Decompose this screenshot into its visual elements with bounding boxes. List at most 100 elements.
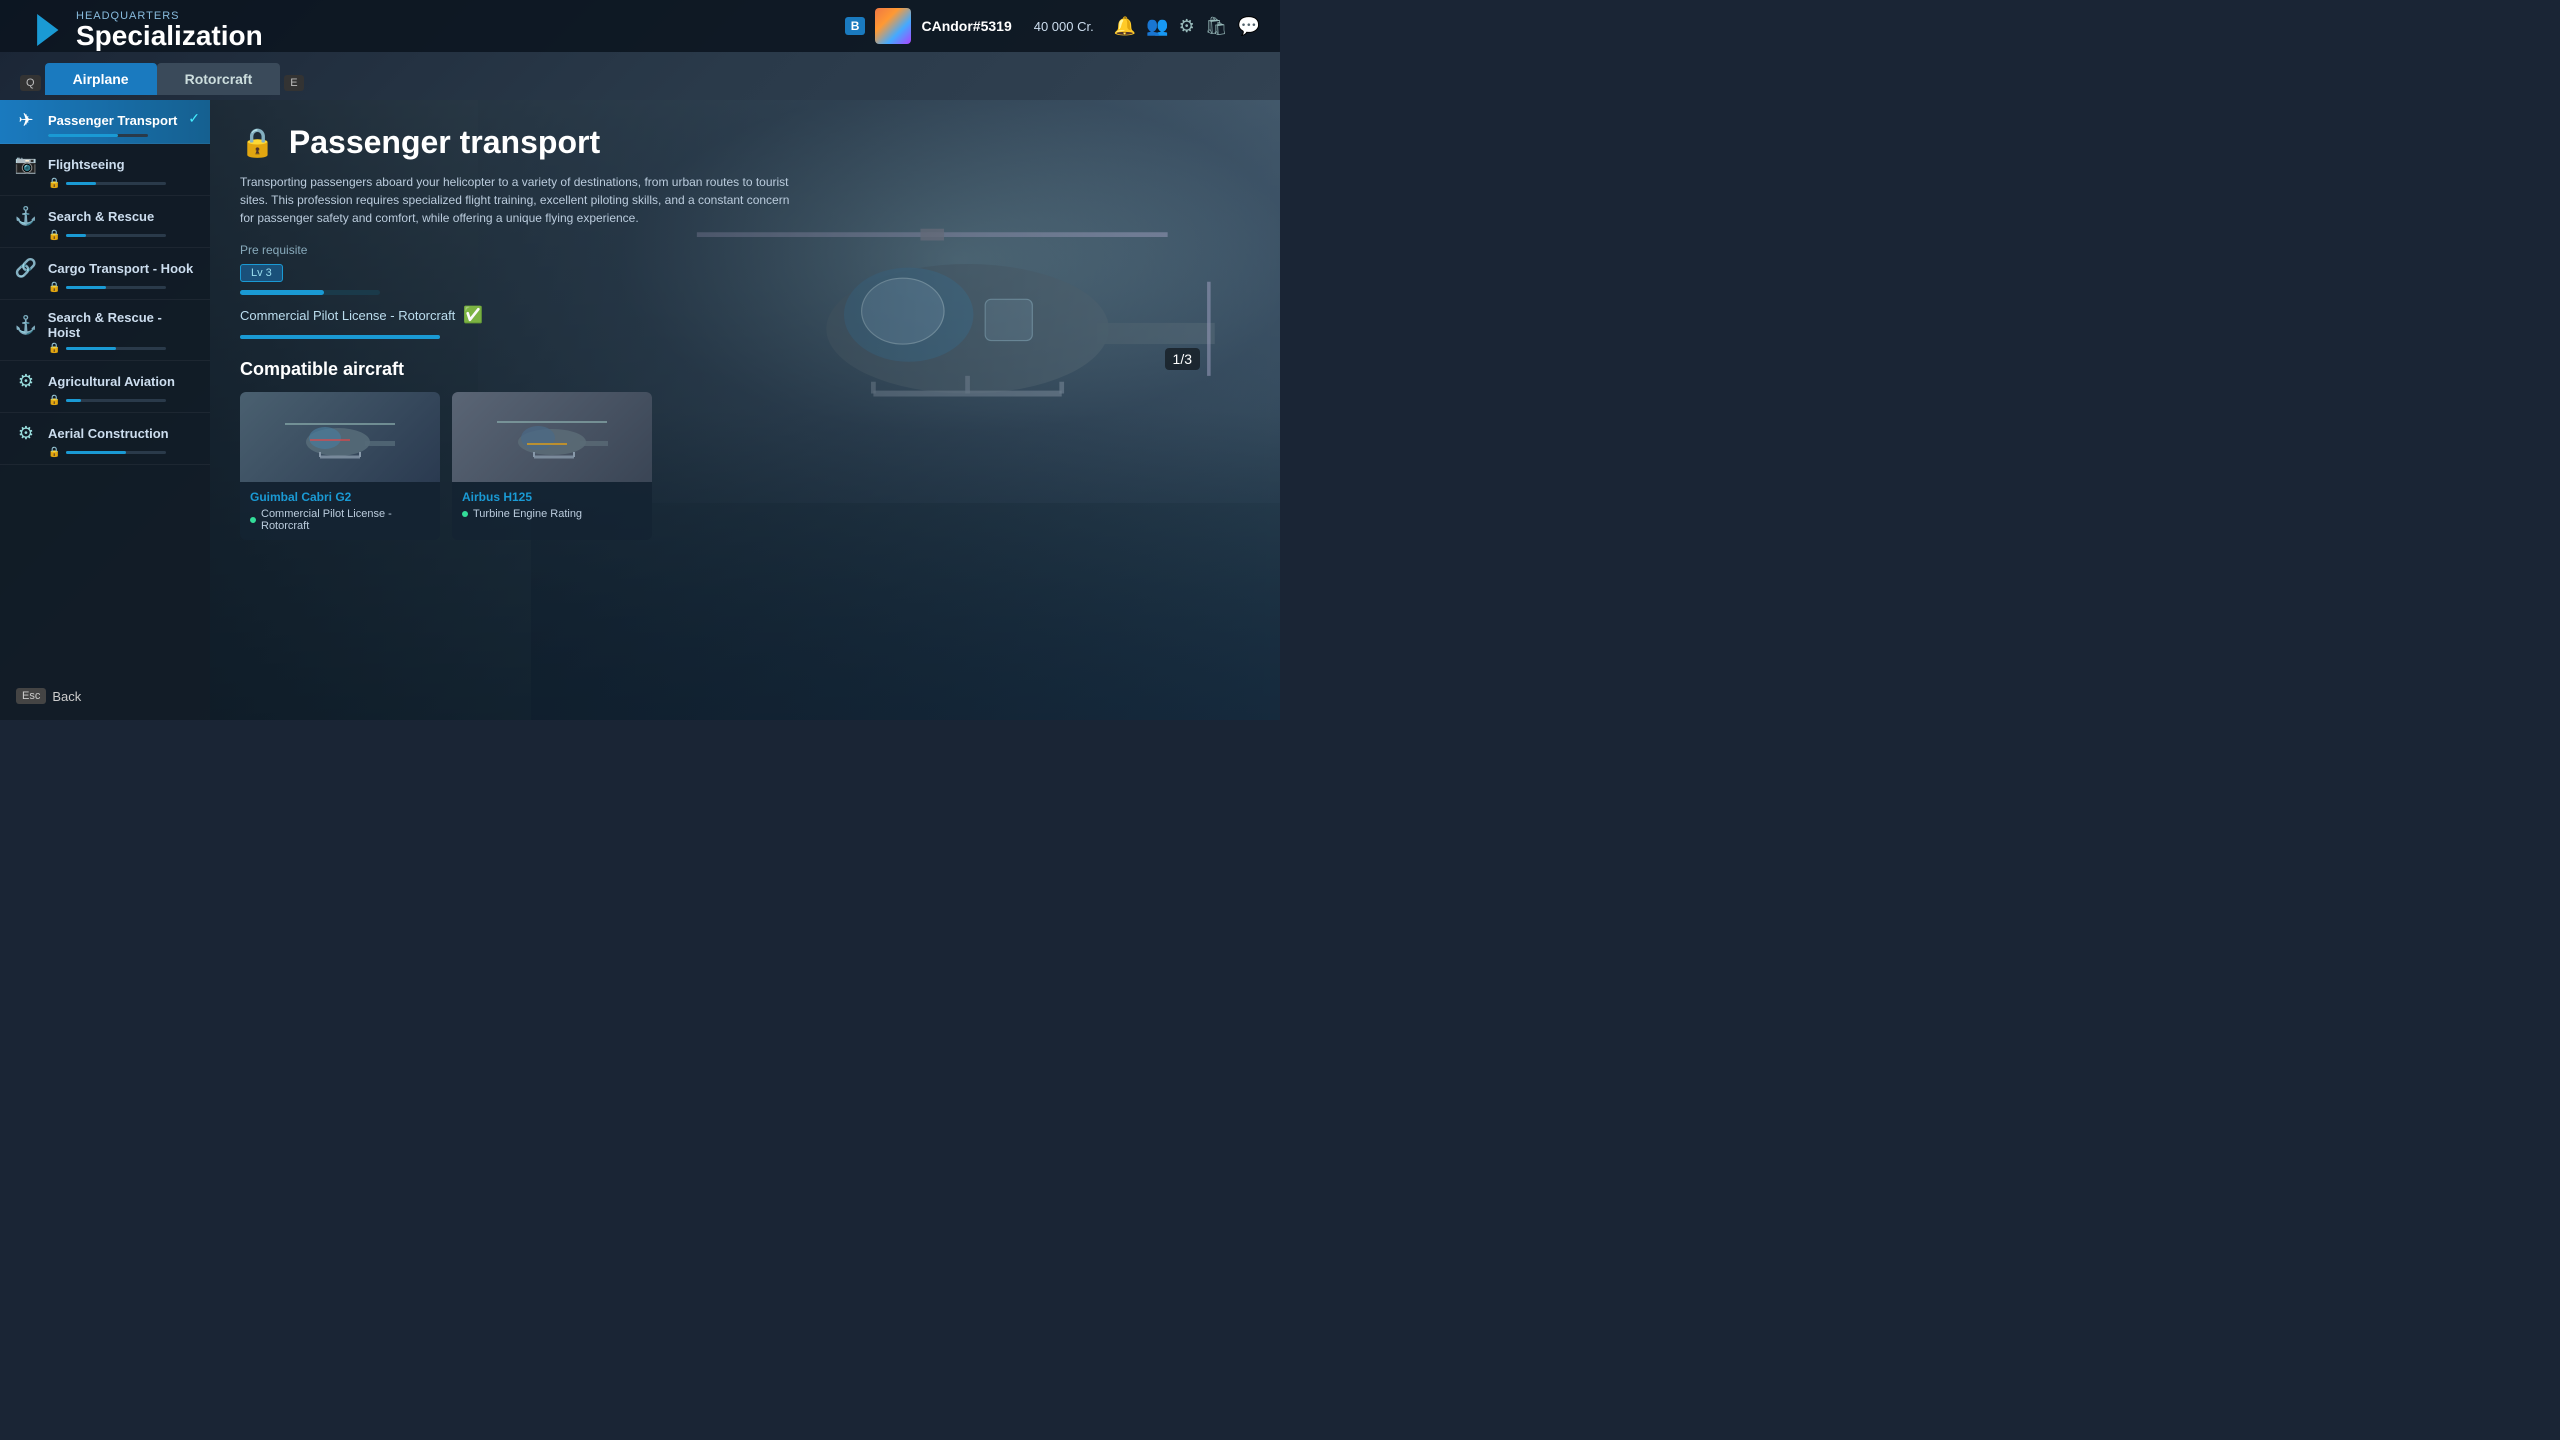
aircraft-h125-img (452, 392, 652, 482)
sidebar-item-aerial-construction[interactable]: ⚙ Aerial Construction 🔒 (0, 413, 210, 465)
lock-icon-1: 🔒 (48, 178, 60, 189)
sidebar-progress-fill-6 (66, 451, 126, 454)
aircraft-h125-svg (492, 402, 612, 472)
sidebar-label-agricultural: Agricultural Aviation (48, 374, 175, 389)
back-arrow-icon (30, 14, 62, 46)
sidebar-label-search-rescue: Search & Rescue (48, 209, 154, 224)
lock-icon-2: 🔒 (48, 230, 60, 241)
tab-airplane[interactable]: Airplane (45, 63, 157, 95)
chat-icon[interactable]: 💬 (1238, 16, 1260, 37)
prereq-bar-row (240, 290, 1250, 295)
esc-key: Esc (16, 688, 46, 704)
sidebar-progress-bg-5 (66, 399, 166, 402)
sidebar-item-agricultural-aviation[interactable]: ⚙ Agricultural Aviation 🔒 (0, 361, 210, 413)
aircraft-h125-req-text: Turbine Engine Rating (473, 508, 582, 520)
prereq-item-bar-bg (240, 335, 440, 339)
main-layout: ✈ Passenger Transport ✓ 📷 Flightseeing 🔒 (0, 100, 1280, 720)
compatible-section: Compatible aircraft (240, 359, 1250, 540)
prereq-bar-bg (240, 290, 380, 295)
prereq-item: Commercial Pilot License - Rotorcraft ✅ (240, 305, 1250, 325)
counter-badge: 1/3 (1165, 348, 1200, 370)
sidebar-progress-bg-4 (66, 347, 166, 350)
sidebar: ✈ Passenger Transport ✓ 📷 Flightseeing 🔒 (0, 100, 210, 720)
username: CAndor#5319 (921, 18, 1011, 34)
friends-icon[interactable]: 👥 (1146, 16, 1168, 37)
aircraft-g2-req-text: Commercial Pilot License - Rotorcraft (261, 508, 430, 532)
content-panel: 1/3 🔒 Passenger transport Transporting p… (210, 100, 1280, 720)
aircraft-h125-req: Turbine Engine Rating (462, 508, 642, 520)
sidebar-progress-bg-6 (66, 451, 166, 454)
aircraft-g2-body: Guimbal Cabri G2 Commercial Pilot Licens… (240, 482, 440, 540)
sidebar-progress-fill-3 (66, 286, 106, 289)
aircraft-h125-name: Airbus H125 (462, 490, 642, 504)
e-key: E (284, 75, 303, 91)
prereq-bar-fill (240, 290, 324, 295)
sidebar-label-hoist: Search & Rescue - Hoist (48, 310, 196, 340)
sidebar-label-flightseeing: Flightseeing (48, 157, 125, 172)
spec-description: Transporting passengers aboard your heli… (240, 173, 800, 227)
lock-icon-6: 🔒 (48, 447, 60, 458)
compatible-title: Compatible aircraft (240, 359, 1250, 380)
shop-icon[interactable]: 🛍 (1205, 16, 1228, 37)
aircraft-h125-body: Airbus H125 Turbine Engine Rating (452, 482, 652, 528)
sidebar-item-passenger-transport[interactable]: ✈ Passenger Transport ✓ (0, 100, 210, 144)
back-label: Back (52, 689, 81, 704)
prereq-item-label: Commercial Pilot License - Rotorcraft (240, 308, 455, 323)
sidebar-item-flightseeing[interactable]: 📷 Flightseeing 🔒 (0, 144, 210, 196)
spec-header: 🔒 Passenger transport (240, 124, 1250, 161)
dot-green-0 (250, 517, 256, 523)
sidebar-progress-fill-5 (66, 399, 81, 402)
aerial-construction-icon: ⚙ (14, 423, 38, 444)
prereq-level-badge: Lv 3 (240, 264, 283, 282)
flightseeing-icon: 📷 (14, 154, 38, 175)
lock-icon-3: 🔒 (48, 282, 60, 293)
aircraft-card-g2[interactable]: Guimbal Cabri G2 Commercial Pilot Licens… (240, 392, 440, 540)
tabs-row: Q Airplane Rotorcraft E (20, 63, 304, 95)
lock-icon-4: 🔒 (48, 343, 60, 354)
aircraft-g2-req: Commercial Pilot License - Rotorcraft (250, 508, 430, 532)
check-icon-0: ✓ (188, 110, 200, 127)
settings-icon[interactable]: ⚙ (1179, 16, 1195, 37)
back-button[interactable]: Esc Back (16, 688, 81, 704)
agricultural-icon: ⚙ (14, 371, 38, 392)
spec-lock-icon: 🔒 (240, 126, 275, 159)
sidebar-progress-bg-0 (48, 134, 148, 137)
cargo-hook-icon: 🔗 (14, 258, 38, 279)
prereq-item-bar-fill (240, 335, 440, 339)
sidebar-progress-fill-1 (66, 182, 96, 185)
sidebar-item-cargo-transport-hook[interactable]: 🔗 Cargo Transport - Hook 🔒 (0, 248, 210, 300)
spec-title: Passenger transport (289, 124, 600, 161)
dot-green-1 (462, 511, 468, 517)
sidebar-label-passenger-transport: Passenger Transport (48, 113, 177, 128)
q-key: Q (20, 75, 41, 91)
aircraft-g2-img (240, 392, 440, 482)
sidebar-label-aerial-construction: Aerial Construction (48, 426, 169, 441)
aircraft-grid: Guimbal Cabri G2 Commercial Pilot Licens… (240, 392, 1250, 540)
sidebar-progress-fill-4 (66, 347, 116, 350)
prereq-check-icon: ✅ (463, 305, 483, 325)
avatar (875, 8, 911, 44)
notification-icon[interactable]: 🔔 (1114, 16, 1136, 37)
prereq-label: Pre requisite (240, 243, 1250, 257)
sidebar-progress-bg-3 (66, 286, 166, 289)
prereq-item-bar-row (240, 335, 1250, 339)
sidebar-progress-bg-1 (66, 182, 166, 185)
page-title: Specialization (76, 22, 263, 50)
sidebar-progress-fill-2 (66, 234, 86, 237)
sidebar-item-search-rescue[interactable]: ⚓ Search & Rescue 🔒 (0, 196, 210, 248)
page-header: Headquarters Specialization (30, 10, 263, 50)
sidebar-label-cargo-hook: Cargo Transport - Hook (48, 261, 193, 276)
aircraft-g2-name: Guimbal Cabri G2 (250, 490, 430, 504)
lock-icon-5: 🔒 (48, 395, 60, 406)
credits: 40 000 Cr. (1034, 19, 1094, 34)
aircraft-card-h125[interactable]: Airbus H125 Turbine Engine Rating (452, 392, 652, 540)
sidebar-item-search-rescue-hoist[interactable]: ⚓ Search & Rescue - Hoist 🔒 (0, 300, 210, 361)
search-rescue-icon: ⚓ (14, 206, 38, 227)
tab-rotorcraft[interactable]: Rotorcraft (157, 63, 281, 95)
passenger-transport-icon: ✈ (14, 110, 38, 131)
content-body: 🔒 Passenger transport Transporting passe… (210, 100, 1280, 720)
hoist-icon: ⚓ (14, 315, 38, 336)
sidebar-progress-bg-2 (66, 234, 166, 237)
b-badge: B (845, 17, 866, 35)
aircraft-g2-svg (280, 402, 400, 472)
